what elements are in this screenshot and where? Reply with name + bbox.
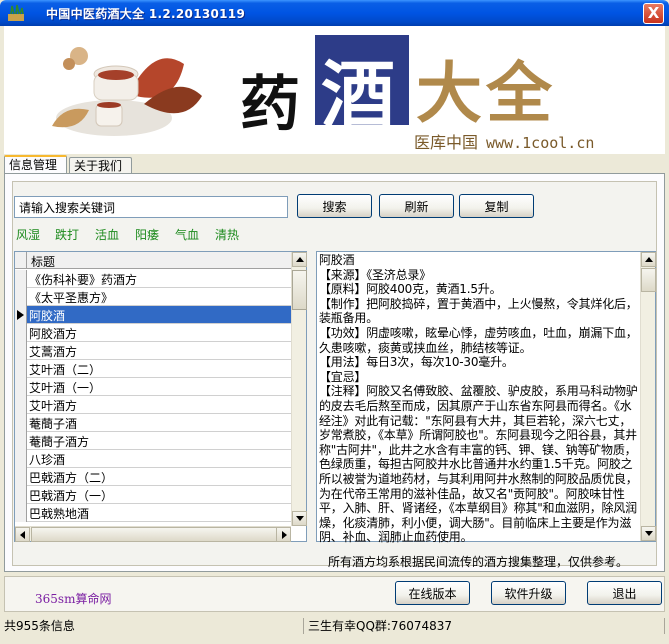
list-hscroll-thumb[interactable] [31, 527, 277, 542]
qq-group: 三生有幸QQ群:76074837 [308, 618, 665, 634]
list-header: 标题 [15, 252, 292, 269]
list-scroll-down-button[interactable] [292, 511, 307, 526]
row-indicator-header [15, 252, 27, 269]
list-item-label: 艾叶酒（二） [29, 363, 102, 377]
arrow-right-icon [282, 531, 287, 539]
detail-scroll-thumb[interactable] [641, 268, 656, 292]
upgrade-button[interactable]: 软件升级 [491, 581, 566, 605]
title-bar[interactable]: 中国中医药酒大全 1.2.20130119 X [0, 0, 669, 26]
arrow-left-icon [20, 531, 25, 539]
list-item[interactable]: 艾叶酒（一） [15, 378, 292, 396]
current-row-arrow-icon [17, 310, 24, 320]
list-item-label: 阿胶酒 [27, 306, 291, 323]
list-item-label: 艾叶酒方 [29, 399, 78, 413]
detail-vertical-scrollbar[interactable] [640, 252, 656, 541]
exit-button[interactable]: 退出 [587, 581, 662, 605]
search-input[interactable] [14, 196, 288, 218]
row-indicator [15, 450, 27, 468]
close-button[interactable]: X [643, 3, 664, 24]
detail-scroll-up-button[interactable] [641, 252, 656, 267]
list-item-label: 巴戟熟地酒 [29, 507, 90, 521]
list-item-label: 菴蕳子酒方 [29, 435, 90, 449]
row-indicator [15, 306, 27, 324]
list-item-label: 巴戟酒方（一） [29, 489, 114, 503]
brand-link[interactable]: 365sm算命网 [35, 590, 111, 607]
list-header-title: 标题 [31, 255, 56, 269]
row-indicator [15, 324, 27, 342]
disclaimer-note: 所有酒方均系根据民间流传的酒方搜集整理，仅供参考。 [328, 555, 629, 569]
list-item[interactable]: 巴戟酒方（一） [15, 486, 292, 504]
category-link-qingre[interactable]: 清热 [215, 226, 239, 243]
banner-site-name: 医库中国 [414, 133, 479, 152]
record-count: 共955条信息 [4, 618, 304, 634]
row-indicator [15, 270, 27, 288]
category-link-qixue[interactable]: 气血 [175, 226, 199, 243]
recipe-detail-text: 阿胶酒 【来源】《圣济总录》 【原料】阿胶400克，黄酒1.5升。 【制作】把阿… [319, 253, 638, 545]
search-button[interactable]: 搜索 [297, 194, 372, 218]
online-version-button[interactable]: 在线版本 [395, 581, 470, 605]
banner-site-url: www.1cool.cn [486, 134, 595, 152]
list-item-label: 《太平圣惠方》 [29, 291, 114, 305]
close-icon: X [647, 4, 660, 22]
list-item[interactable]: 艾蒿酒方 [15, 342, 292, 360]
list-item-label: 《伤科补要》药酒方 [29, 273, 138, 287]
banner-char-daquan: 大全 [416, 54, 556, 132]
row-indicator [15, 504, 27, 522]
category-link-huoxue[interactable]: 活血 [95, 226, 119, 243]
banner-site: 医库中国 www.1cool.cn [414, 129, 594, 153]
category-link-yangwei[interactable]: 阳痿 [135, 226, 159, 243]
row-indicator [15, 414, 27, 432]
copy-button[interactable]: 复制 [459, 194, 534, 218]
list-item[interactable]: 《太平圣惠方》 [15, 288, 292, 306]
list-horizontal-scrollbar[interactable] [15, 526, 291, 542]
list-item[interactable]: 八珍酒 [15, 450, 292, 468]
banner-image [52, 47, 202, 136]
banner: 药 酒 大全 医库中国 www.1cool.cn [4, 26, 665, 154]
list-scroll-thumb[interactable] [292, 270, 307, 310]
row-indicator [15, 360, 27, 378]
list-item-selected[interactable]: 阿胶酒 [15, 306, 292, 324]
list-item[interactable]: 菴蕳子酒 [15, 414, 292, 432]
window-title: 中国中医药酒大全 1.2.20130119 [46, 7, 246, 21]
row-indicator [15, 486, 27, 504]
list-scroll-right-button[interactable] [276, 527, 291, 542]
refresh-button[interactable]: 刷新 [379, 194, 454, 218]
recipe-list[interactable]: 标题 《伤科补要》药酒方 《太平圣惠方》 阿胶酒 阿胶酒方 艾蒿酒方 艾叶酒（二… [14, 251, 307, 542]
row-indicator [15, 432, 27, 450]
detail-scroll-down-button[interactable] [641, 526, 656, 541]
recipe-detail[interactable]: 阿胶酒 【来源】《圣济总录》 【原料】阿胶400克，黄酒1.5升。 【制作】把阿… [316, 251, 656, 545]
list-item-label: 阿胶酒方 [29, 327, 78, 341]
list-scroll-up-button[interactable] [292, 252, 307, 267]
list-item-label: 艾叶酒（一） [29, 381, 102, 395]
category-link-fengshi[interactable]: 风湿 [16, 226, 40, 243]
list-item-label: 八珍酒 [29, 453, 66, 467]
app-icon [8, 4, 24, 21]
list-item[interactable]: 艾叶酒（二） [15, 360, 292, 378]
list-item[interactable]: 阿胶酒方 [15, 324, 292, 342]
list-item[interactable]: 菴蕳子酒方 [15, 432, 292, 450]
status-bar: 共955条信息 三生有幸QQ群:76074837 [0, 616, 669, 644]
row-indicator [15, 288, 27, 306]
banner-char-yao: 药 [240, 70, 300, 140]
row-indicator [15, 396, 27, 414]
list-vertical-scrollbar[interactable] [291, 252, 307, 526]
category-link-dieda[interactable]: 跌打 [55, 226, 79, 243]
arrow-down-icon [296, 516, 304, 521]
arrow-up-icon [645, 257, 653, 262]
list-item[interactable]: 艾叶酒方 [15, 396, 292, 414]
row-indicator [15, 342, 27, 360]
row-indicator [15, 468, 27, 486]
list-item[interactable]: 巴戟酒方（二） [15, 468, 292, 486]
arrow-up-icon [296, 257, 304, 262]
list-item-label: 艾蒿酒方 [29, 345, 78, 359]
list-item[interactable]: 《伤科补要》药酒方 [15, 270, 292, 288]
tab-info-management[interactable]: 信息管理 [4, 155, 67, 175]
list-scroll-left-button[interactable] [15, 527, 30, 542]
list-item[interactable]: 巴戟熟地酒 [15, 504, 292, 522]
list-item-label: 巴戟酒方（二） [29, 471, 114, 485]
row-indicator [15, 378, 27, 396]
banner-char-jiu: 酒 [321, 53, 395, 139]
list-item-label: 菴蕳子酒 [29, 417, 78, 431]
arrow-down-icon [645, 531, 653, 536]
